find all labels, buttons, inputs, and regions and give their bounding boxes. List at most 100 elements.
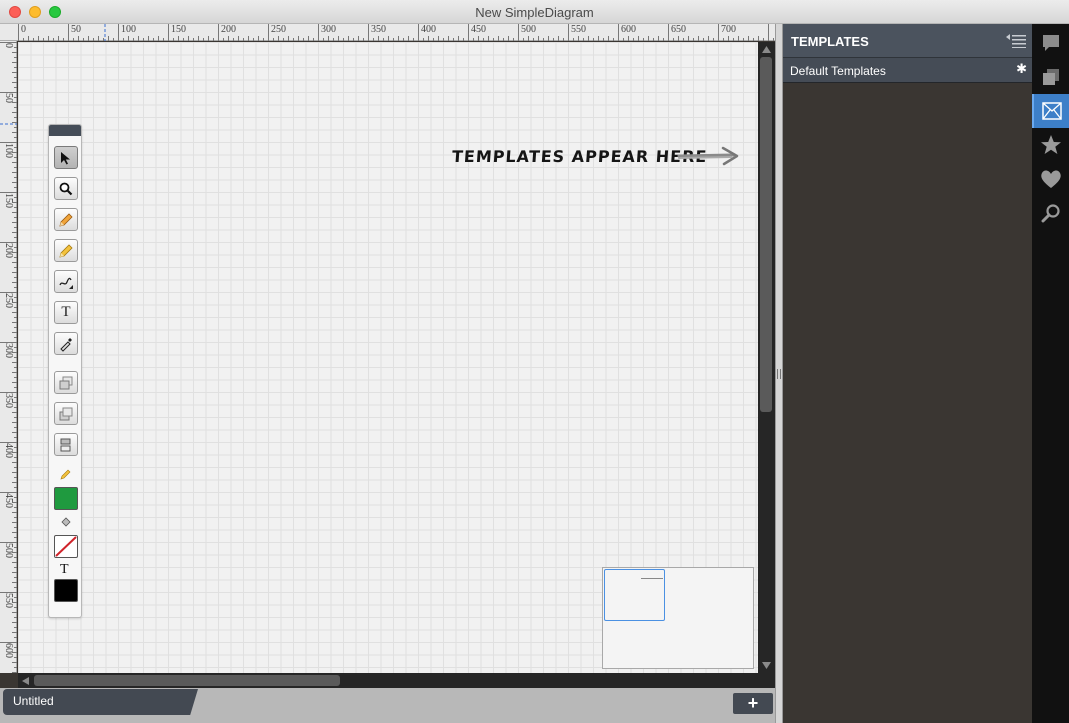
squiggle-icon bbox=[59, 277, 73, 289]
tab-untitled[interactable]: Untitled bbox=[3, 689, 198, 715]
templates-tab-button[interactable] bbox=[1032, 94, 1069, 128]
text-icon: T bbox=[61, 304, 71, 320]
default-templates-label: Default Templates bbox=[790, 64, 886, 78]
ruler-top-label: 200 bbox=[221, 24, 236, 35]
stroke-pencil-icon bbox=[60, 468, 72, 483]
side-icon-bar bbox=[1032, 24, 1069, 723]
bring-forward-icon bbox=[59, 376, 73, 389]
highlighter-icon bbox=[59, 243, 73, 258]
ruler-left-label: 300 bbox=[3, 343, 14, 358]
ruler-top-label: 450 bbox=[471, 24, 486, 35]
navigator-minimap[interactable] bbox=[602, 567, 754, 669]
arrange-icon bbox=[60, 438, 71, 451]
layers-tab-button[interactable] bbox=[1032, 60, 1069, 94]
asterisk-icon[interactable]: ✱ bbox=[1016, 61, 1027, 77]
panel-title: TEMPLATES bbox=[791, 34, 869, 49]
text-color-swatch[interactable] bbox=[54, 579, 78, 602]
ruler-top-label: 300 bbox=[321, 24, 336, 35]
panel-list-menu-icon[interactable] bbox=[1006, 34, 1026, 48]
ruler-top-label: 550 bbox=[571, 24, 586, 35]
ruler-left-label: 150 bbox=[3, 193, 14, 208]
eyedropper-tool-button[interactable] bbox=[54, 332, 78, 355]
liked-tab-button[interactable] bbox=[1032, 162, 1069, 196]
ruler-top-label: 250 bbox=[271, 24, 286, 35]
scroll-down-icon[interactable] bbox=[762, 662, 771, 669]
panel-splitter[interactable] bbox=[775, 24, 783, 723]
arrange-button[interactable] bbox=[54, 433, 78, 456]
pencil-tool-button[interactable] bbox=[54, 208, 78, 231]
select-tool-button[interactable] bbox=[54, 146, 78, 169]
zoom-tool-button[interactable] bbox=[54, 177, 78, 200]
window-title: New SimpleDiagram bbox=[475, 5, 594, 20]
magnifier-icon bbox=[59, 182, 73, 195]
splitter-grip-icon bbox=[777, 369, 781, 379]
highlighter-tool-button[interactable] bbox=[54, 239, 78, 262]
title-bar: New SimpleDiagram bbox=[0, 0, 1069, 24]
ruler-top-label: 400 bbox=[421, 24, 436, 35]
vertical-scroll-thumb[interactable] bbox=[760, 57, 772, 412]
ruler-left-label: 500 bbox=[3, 543, 14, 558]
templates-panel: TEMPLATES Default Templates ✱ bbox=[783, 24, 1032, 723]
bring-forward-button[interactable] bbox=[54, 371, 78, 394]
send-backward-button[interactable] bbox=[54, 402, 78, 425]
layers-icon bbox=[1042, 69, 1059, 85]
navigator-viewport[interactable] bbox=[604, 569, 665, 621]
star-icon bbox=[1040, 135, 1061, 154]
ruler-top-label: 700 bbox=[721, 24, 736, 35]
ruler-left-label: 50 bbox=[3, 93, 14, 103]
fill-bucket-icon bbox=[60, 516, 72, 531]
scroll-left-icon[interactable] bbox=[22, 677, 29, 685]
panel-header: TEMPLATES bbox=[783, 24, 1032, 58]
fill-color-swatch[interactable] bbox=[54, 535, 78, 558]
templates-icon bbox=[1041, 102, 1062, 120]
navigator-preview-text bbox=[641, 578, 663, 579]
toolbox-drag-handle[interactable] bbox=[49, 125, 81, 136]
text-tool-button[interactable]: T bbox=[54, 301, 78, 324]
default-templates-row[interactable]: Default Templates ✱ bbox=[783, 58, 1032, 83]
eyedropper-icon bbox=[60, 337, 72, 352]
ruler-left[interactable]: 0 50 100 150 200 250 300 350 400 450 500… bbox=[0, 41, 17, 673]
pointer-arrow-icon bbox=[61, 151, 70, 164]
ruler-top-label: 600 bbox=[621, 24, 636, 35]
toolbox-palette: T T bbox=[48, 124, 82, 618]
ruler-left-label: 600 bbox=[3, 643, 14, 658]
connector-tool-button[interactable] bbox=[54, 270, 78, 293]
text-color-icon: T bbox=[60, 562, 69, 577]
ruler-top-label: 500 bbox=[521, 24, 536, 35]
ruler-top-label: 50 bbox=[71, 24, 81, 35]
ruler-left-label: 450 bbox=[3, 493, 14, 508]
ruler-top-label: 100 bbox=[121, 24, 136, 35]
search-icon bbox=[1041, 204, 1060, 223]
send-backward-icon bbox=[59, 407, 73, 420]
document-tab-bar: Untitled + bbox=[0, 688, 775, 723]
ruler-left-label: 250 bbox=[3, 293, 14, 308]
ruler-left-label: 100 bbox=[3, 143, 14, 158]
add-tab-button[interactable]: + bbox=[733, 693, 773, 714]
ruler-left-label: 200 bbox=[3, 243, 14, 258]
ruler-top-label: 150 bbox=[171, 24, 186, 35]
ruler-left-label: 400 bbox=[3, 443, 14, 458]
pencil-icon bbox=[59, 212, 73, 227]
horizontal-scrollbar[interactable] bbox=[18, 673, 775, 688]
ruler-left-label: 0 bbox=[3, 43, 14, 48]
stroke-color-swatch[interactable] bbox=[54, 487, 78, 510]
app-window: New SimpleDiagram 0 50 100 150 200 250 3… bbox=[0, 0, 1069, 723]
ruler-top[interactable]: 0 50 100 150 200 250 300 350 400 450 500… bbox=[0, 24, 775, 41]
no-fill-icon bbox=[55, 536, 77, 557]
favorites-tab-button[interactable] bbox=[1032, 128, 1069, 162]
speech-bubble-icon bbox=[1042, 35, 1059, 51]
comments-tab-button[interactable] bbox=[1032, 26, 1069, 60]
vertical-scrollbar[interactable] bbox=[758, 42, 775, 673]
ruler-top-ticks bbox=[18, 24, 774, 41]
search-tab-button[interactable] bbox=[1032, 196, 1069, 230]
hint-arrow-icon bbox=[677, 146, 739, 166]
ruler-top-label: 0 bbox=[21, 24, 26, 35]
templates-hint-text: TEMPLATES APPEAR HERE bbox=[451, 147, 709, 166]
horizontal-scroll-thumb[interactable] bbox=[34, 675, 340, 686]
ruler-left-label: 550 bbox=[3, 593, 14, 608]
ruler-left-label: 350 bbox=[3, 393, 14, 408]
ruler-top-label: 350 bbox=[371, 24, 386, 35]
ruler-top-label: 650 bbox=[671, 24, 686, 35]
scroll-up-icon[interactable] bbox=[762, 46, 771, 53]
heart-icon bbox=[1040, 170, 1061, 188]
